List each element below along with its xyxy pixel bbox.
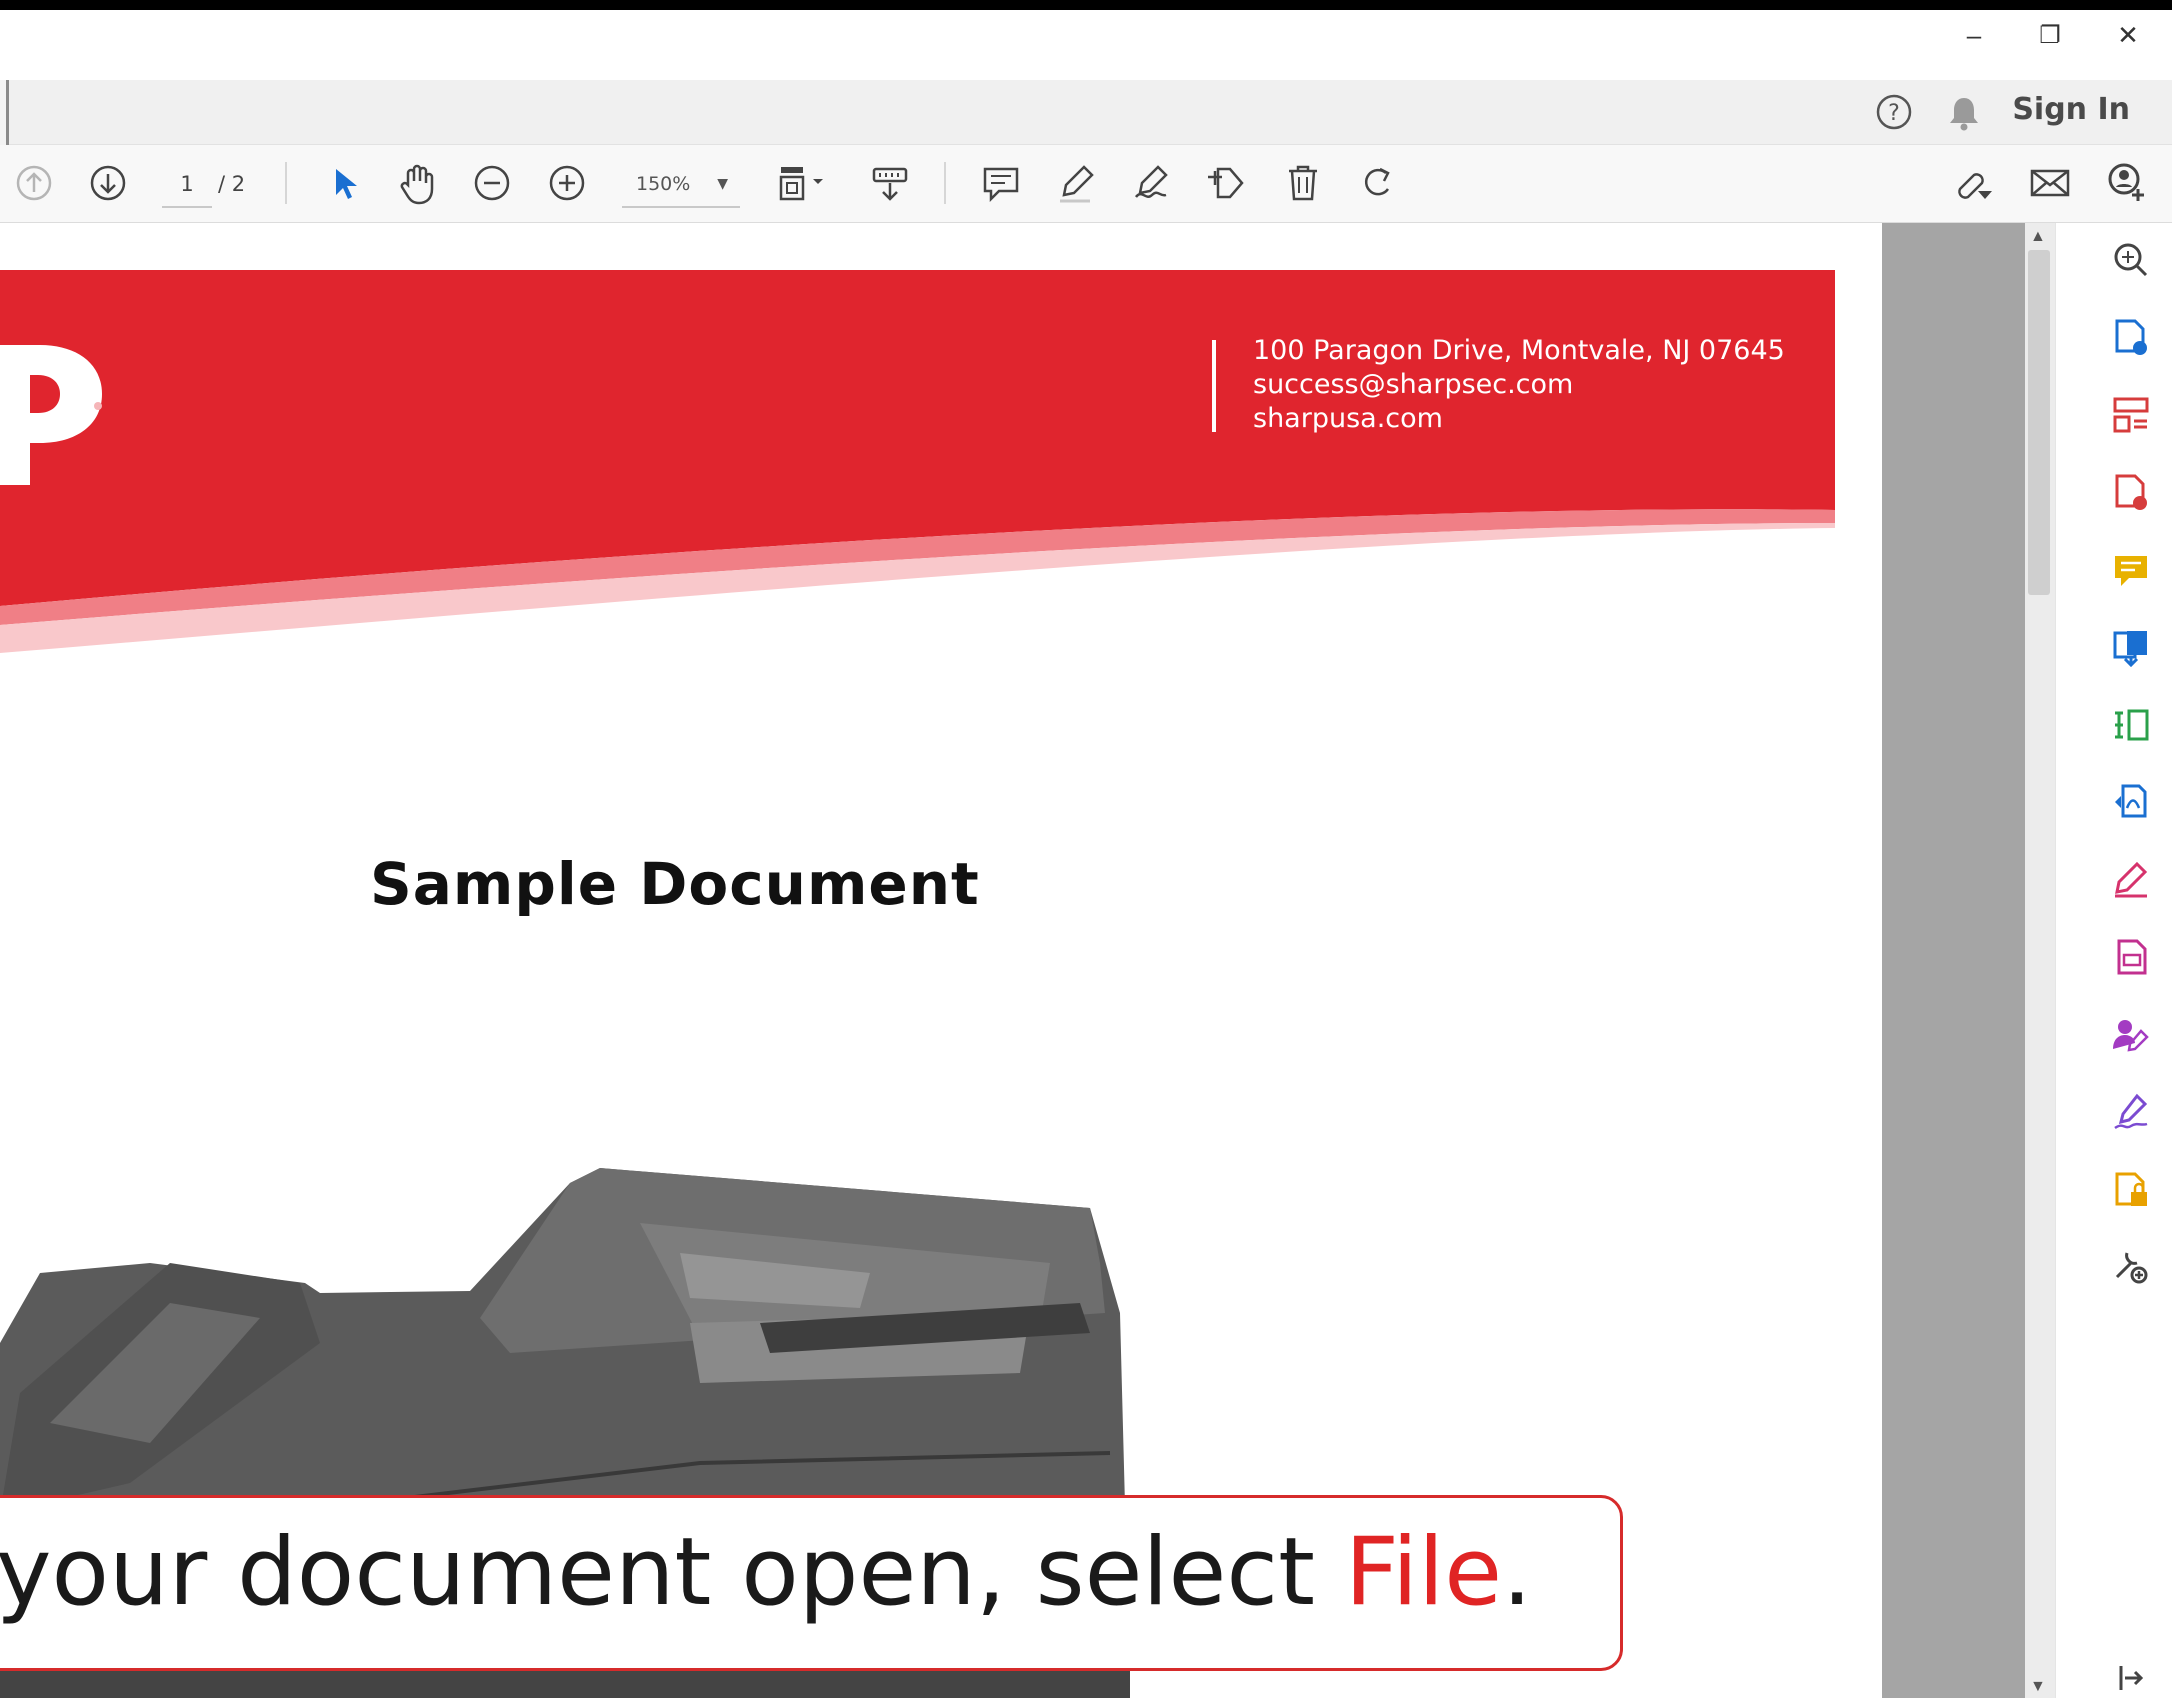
- sign-icon[interactable]: [2105, 1086, 2157, 1138]
- document-page: [0, 223, 1882, 1698]
- zoom-out-icon[interactable]: [464, 155, 520, 211]
- header-website: sharpusa.com: [1253, 403, 1443, 434]
- hand-tool-icon[interactable]: [390, 155, 446, 211]
- delete-icon[interactable]: [1275, 155, 1331, 211]
- menu-bar: [0, 80, 2172, 145]
- share-link-icon[interactable]: [1946, 155, 2002, 211]
- sign-in-link[interactable]: Sign In: [2012, 92, 2130, 127]
- zoom-in-icon[interactable]: [539, 155, 595, 211]
- rotate-icon[interactable]: [1350, 155, 1406, 211]
- organize-icon[interactable]: [2105, 389, 2157, 441]
- header-address: 100 Paragon Drive, Montvale, NJ 07645: [1253, 335, 1785, 366]
- bell-icon[interactable]: [1946, 92, 1982, 132]
- caption-highlight: File: [1344, 1518, 1503, 1627]
- minimize-button[interactable]: –: [1942, 10, 2006, 60]
- export-pdf-icon[interactable]: [2105, 466, 2157, 518]
- zoom-level-dropdown[interactable]: 150% ▼: [622, 162, 740, 208]
- document-title: Sample Document: [370, 850, 980, 918]
- help-icon[interactable]: ?: [1874, 92, 1914, 132]
- comment-tool-icon[interactable]: [2105, 544, 2157, 596]
- scroll-mode-icon[interactable]: [862, 155, 918, 211]
- header-contact: 100 Paragon Drive, Montvale, NJ 07645 su…: [1253, 334, 1785, 436]
- combine-icon[interactable]: [2105, 621, 2157, 673]
- page-number-input[interactable]: 1: [162, 162, 212, 208]
- close-button[interactable]: ✕: [2096, 10, 2160, 60]
- prev-page-button[interactable]: [6, 155, 62, 211]
- convert-icon[interactable]: [2105, 776, 2157, 828]
- chevron-down-icon: ▼: [717, 176, 728, 192]
- restore-button[interactable]: ❐: [2018, 10, 2082, 60]
- scroll-up-icon[interactable]: ▲: [2030, 228, 2046, 246]
- caption-text-after: .: [1502, 1518, 1532, 1627]
- share-user-icon[interactable]: [2098, 155, 2154, 211]
- document-artwork: [0, 270, 1835, 1698]
- header-email: success@sharpsec.com: [1253, 369, 1574, 400]
- add-text-icon[interactable]: [1198, 155, 1254, 211]
- create-pdf-icon[interactable]: [2105, 311, 2157, 363]
- page-fit-icon[interactable]: [768, 155, 838, 211]
- zoom-icon[interactable]: [2105, 234, 2157, 286]
- next-page-button[interactable]: [80, 155, 136, 211]
- edit-pdf-icon[interactable]: [2105, 931, 2157, 983]
- header-divider: [1212, 340, 1216, 432]
- collapse-tools-icon[interactable]: [2105, 1652, 2157, 1704]
- page-total: / 2: [218, 172, 246, 196]
- scroll-down-icon[interactable]: ▼: [2030, 1678, 2046, 1696]
- email-icon[interactable]: [2022, 155, 2078, 211]
- request-sign-icon[interactable]: [2105, 1009, 2157, 1061]
- more-tools-icon[interactable]: [2105, 1241, 2157, 1293]
- fill-sign-icon[interactable]: [2105, 854, 2157, 906]
- title-bar: [0, 0, 2172, 80]
- caption-text-before: h your document open, select: [0, 1518, 1345, 1627]
- toolbar-divider: [944, 162, 946, 204]
- draw-icon[interactable]: [1124, 155, 1180, 211]
- document-gutter: [1882, 223, 2025, 1698]
- select-tool-icon[interactable]: [316, 155, 372, 211]
- zoom-level-value: 150%: [636, 173, 691, 195]
- svg-text:?: ?: [1888, 101, 1900, 126]
- protect-icon[interactable]: [2105, 1164, 2157, 1216]
- scrollbar-thumb[interactable]: [2028, 250, 2050, 595]
- instruction-caption: h your document open, select File.: [0, 1495, 1623, 1671]
- highlight-icon[interactable]: [1048, 155, 1104, 211]
- caption-text: h your document open, select File.: [0, 1518, 1532, 1627]
- toolbar-divider: [285, 162, 287, 204]
- comment-icon[interactable]: [973, 155, 1029, 211]
- compress-icon[interactable]: [2105, 699, 2157, 751]
